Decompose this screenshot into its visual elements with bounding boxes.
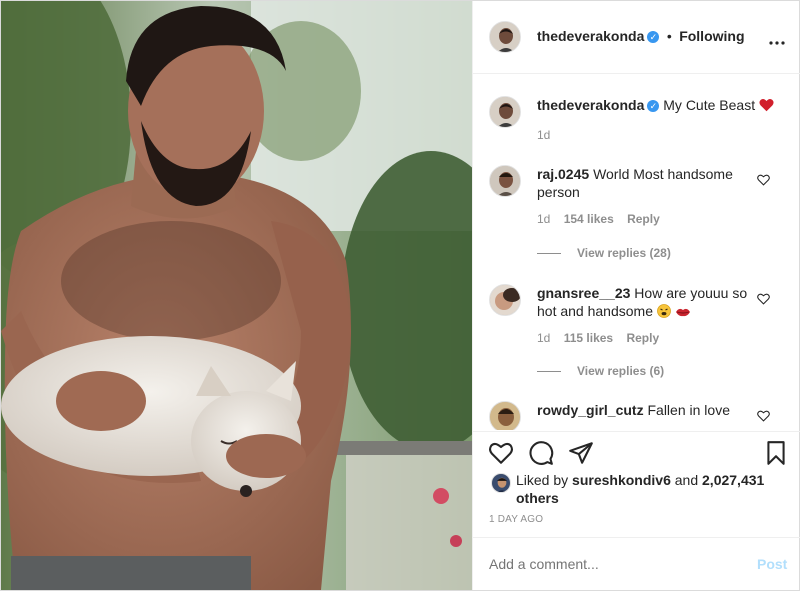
comment-time[interactable]: 1d	[537, 331, 550, 345]
comment-meta: 1d 154 likes Reply	[537, 212, 660, 226]
more-horizontal-icon[interactable]	[769, 33, 785, 45]
liked-by-user[interactable]: sureshkondiv6	[572, 472, 671, 488]
comment-time[interactable]: 1d	[537, 212, 550, 226]
comment-username[interactable]: rowdy_girl_cutz	[537, 402, 644, 418]
comment-meta: 1d 115 likes Reply	[537, 331, 659, 345]
red-heart-icon	[759, 98, 774, 116]
caption-username[interactable]: thedeverakonda	[537, 97, 644, 113]
follow-separator: •	[666, 28, 672, 44]
following-button[interactable]: Following	[679, 28, 744, 44]
post-button[interactable]: Post	[757, 556, 787, 572]
post-image	[1, 1, 472, 590]
comment-username[interactable]: raj.0245	[537, 166, 589, 182]
comment-body: raj.0245 World Most handsome person	[537, 165, 752, 201]
verified-badge-icon: ✓	[647, 30, 660, 43]
view-replies-label: View replies (28)	[577, 246, 671, 260]
liked-by-prefix: Liked by	[516, 472, 569, 488]
comment-like-heart-icon[interactable]	[757, 292, 771, 306]
comment-icon[interactable]	[528, 440, 554, 466]
view-replies-button[interactable]: View replies (28)	[537, 246, 671, 260]
post-timestamp[interactable]: 1 DAY AGO	[489, 514, 543, 525]
reply-button[interactable]: Reply	[626, 331, 659, 345]
caption-time[interactable]: 1d	[537, 128, 550, 142]
reply-button[interactable]: Reply	[627, 212, 660, 226]
avatar-image	[490, 402, 520, 430]
comment-avatar[interactable]	[489, 165, 521, 197]
comments-list: thedeverakonda ✓ My Cute Beast 1d raj.024…	[473, 74, 800, 430]
comment-likes[interactable]: 115 likes	[564, 331, 613, 345]
lips-emoji-icon	[675, 304, 691, 322]
comment-username[interactable]: gnansree__23	[537, 285, 630, 301]
replies-divider	[537, 371, 561, 373]
post-actions	[473, 431, 800, 476]
avatar-image	[492, 474, 510, 492]
comment-avatar[interactable]	[489, 284, 521, 316]
caption: thedeverakonda ✓ My Cute Beast	[537, 96, 787, 116]
caption-avatar[interactable]	[489, 96, 521, 128]
add-comment-input[interactable]	[489, 553, 739, 575]
comment-body: rowdy_girl_cutz Fallen in love	[537, 401, 752, 419]
add-comment-bar: Post	[473, 537, 800, 591]
comment-like-heart-icon[interactable]	[757, 409, 771, 423]
comment-likes[interactable]: 154 likes	[564, 212, 614, 226]
avatar-image	[490, 22, 520, 52]
comment-like-heart-icon[interactable]	[757, 173, 771, 187]
post-side-panel: thedeverakonda ✓ • Following thedeverakon…	[472, 1, 800, 590]
caption-text: My Cute Beast	[663, 97, 756, 113]
share-icon[interactable]	[568, 440, 594, 466]
avatar-image	[490, 285, 520, 315]
comment-avatar[interactable]	[489, 401, 521, 430]
avatar-image	[490, 166, 520, 196]
post-photo[interactable]	[1, 1, 472, 590]
tired-face-emoji-icon	[656, 304, 671, 322]
header-avatar[interactable]	[489, 21, 521, 53]
heart-icon[interactable]	[488, 440, 514, 466]
likes-summary: Liked by sureshkondiv6 and 2,027,431 oth…	[516, 471, 786, 507]
comment-text: Fallen in love	[647, 402, 730, 418]
avatar-image	[490, 97, 520, 127]
verified-badge-icon: ✓	[647, 100, 660, 113]
bookmark-icon[interactable]	[763, 440, 789, 466]
view-replies-button[interactable]: View replies (6)	[537, 364, 664, 378]
header-user-line: thedeverakonda ✓ • Following	[537, 28, 745, 46]
header-username[interactable]: thedeverakonda	[537, 28, 644, 44]
liked-by-conj: and	[674, 472, 699, 488]
replies-divider	[537, 253, 561, 255]
instagram-post-modal: thedeverakonda ✓ • Following thedeverakon…	[0, 0, 800, 591]
view-replies-label: View replies (6)	[577, 364, 665, 378]
comment-body: gnansree__23 How are youuu so hot and ha…	[537, 284, 752, 322]
post-header: thedeverakonda ✓ • Following	[473, 1, 800, 74]
liked-by-avatar[interactable]	[491, 473, 511, 493]
